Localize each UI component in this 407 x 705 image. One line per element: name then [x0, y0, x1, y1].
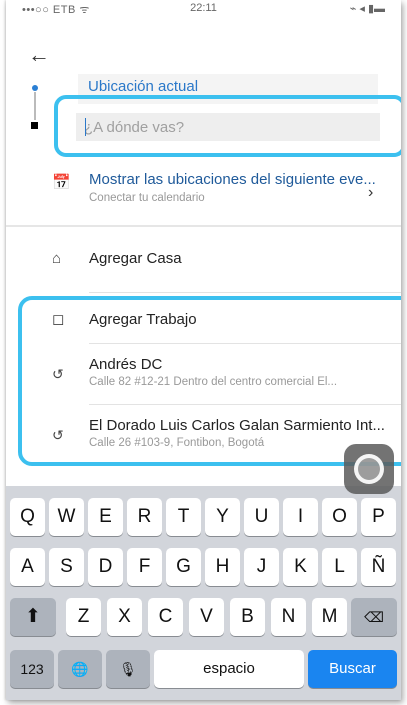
microphone-icon[interactable]: 🎙: [106, 650, 150, 688]
calendar-subtitle: Conectar tu calendario: [89, 192, 205, 204]
add-home-label: Agregar Casa: [89, 250, 182, 267]
key-o[interactable]: O: [322, 498, 357, 536]
destination-square-icon: [31, 122, 38, 129]
divider: [89, 292, 401, 293]
recent-subtitle: Calle 82 #12-21 Dentro del centro comerc…: [89, 376, 338, 388]
key-z[interactable]: Z: [66, 598, 101, 636]
assistive-touch-button[interactable]: [344, 444, 394, 494]
recent-title: Andrés DC: [89, 356, 163, 373]
key-s[interactable]: S: [49, 548, 84, 586]
key-m[interactable]: M: [312, 598, 347, 636]
key-ñ[interactable]: Ñ: [361, 548, 396, 586]
key-y[interactable]: Y: [205, 498, 240, 536]
divider: [89, 343, 401, 344]
key-j[interactable]: J: [244, 548, 279, 586]
key-c[interactable]: C: [148, 598, 183, 636]
key-v[interactable]: V: [189, 598, 224, 636]
calendar-title: Mostrar las ubicaciones del siguiente ev…: [89, 171, 376, 188]
key-t[interactable]: T: [166, 498, 201, 536]
section-divider: [6, 225, 401, 227]
recent-title: El Dorado Luis Carlos Galan Sarmiento In…: [89, 417, 385, 434]
destination-highlight: [54, 95, 401, 157]
history-icon: ↺: [52, 366, 64, 382]
battery-icon: ⌁ ◂ ▮▬: [349, 3, 385, 15]
key-n[interactable]: N: [271, 598, 306, 636]
key-p[interactable]: P: [361, 498, 396, 536]
add-work-item[interactable]: ◻ Agregar Trabajo: [6, 310, 401, 340]
origin-dot-icon: [32, 85, 38, 91]
phone-screen: •••○○ ETB ᯤ 22:11 ⌁ ◂ ▮▬ ← Ubicación act…: [6, 0, 401, 700]
add-work-label: Agregar Trabajo: [89, 311, 197, 328]
key-w[interactable]: W: [49, 498, 84, 536]
chevron-right-icon: ›: [368, 184, 374, 201]
key-k[interactable]: K: [283, 548, 318, 586]
home-icon: ⌂: [52, 250, 62, 267]
key-g[interactable]: G: [166, 548, 201, 586]
assistive-touch-icon: [354, 454, 384, 484]
key-r[interactable]: R: [127, 498, 162, 536]
key-i[interactable]: I: [283, 498, 318, 536]
space-key[interactable]: espacio: [154, 650, 304, 688]
numbers-key[interactable]: 123: [10, 650, 54, 688]
search-key[interactable]: Buscar: [308, 650, 397, 688]
key-f[interactable]: F: [127, 548, 162, 586]
calendar-suggestion[interactable]: 📅 Mostrar las ubicaciones del siguiente …: [6, 168, 401, 218]
shift-key[interactable]: ⬆: [10, 598, 56, 636]
briefcase-icon: ◻: [52, 311, 65, 328]
key-h[interactable]: H: [205, 548, 240, 586]
delete-key[interactable]: ⌫: [351, 598, 397, 636]
divider: [89, 404, 401, 405]
recent-subtitle: Calle 26 #103-9, Fontibon, Bogotá: [89, 437, 265, 449]
key-d[interactable]: D: [88, 548, 123, 586]
back-arrow-icon[interactable]: ←: [28, 44, 50, 66]
keyboard: QWERTYUIOP ASDFGHJKLÑ ⬆ ⌫ ZXCVBNM 123 🌐 …: [6, 486, 401, 700]
add-home-item[interactable]: ⌂ Agregar Casa: [6, 250, 401, 280]
key-x[interactable]: X: [107, 598, 142, 636]
key-q[interactable]: Q: [10, 498, 45, 536]
key-u[interactable]: U: [244, 498, 279, 536]
key-a[interactable]: A: [10, 548, 45, 586]
destination-input[interactable]: [76, 113, 380, 141]
text-cursor: [85, 118, 86, 136]
key-b[interactable]: B: [230, 598, 265, 636]
key-l[interactable]: L: [322, 548, 357, 586]
clock: 22:11: [190, 2, 217, 14]
calendar-icon: 📅: [52, 174, 71, 191]
key-e[interactable]: E: [88, 498, 123, 536]
route-line: [34, 92, 36, 120]
status-bar: •••○○ ETB ᯤ 22:11 ⌁ ◂ ▮▬: [6, 0, 401, 18]
globe-icon[interactable]: 🌐: [58, 650, 102, 688]
history-icon: ↺: [52, 427, 64, 443]
list-item[interactable]: ↺ El Dorado Luis Carlos Galan Sarmiento …: [6, 417, 401, 457]
list-item[interactable]: ↺ Andrés DC Calle 82 #12-21 Dentro del c…: [6, 356, 401, 396]
